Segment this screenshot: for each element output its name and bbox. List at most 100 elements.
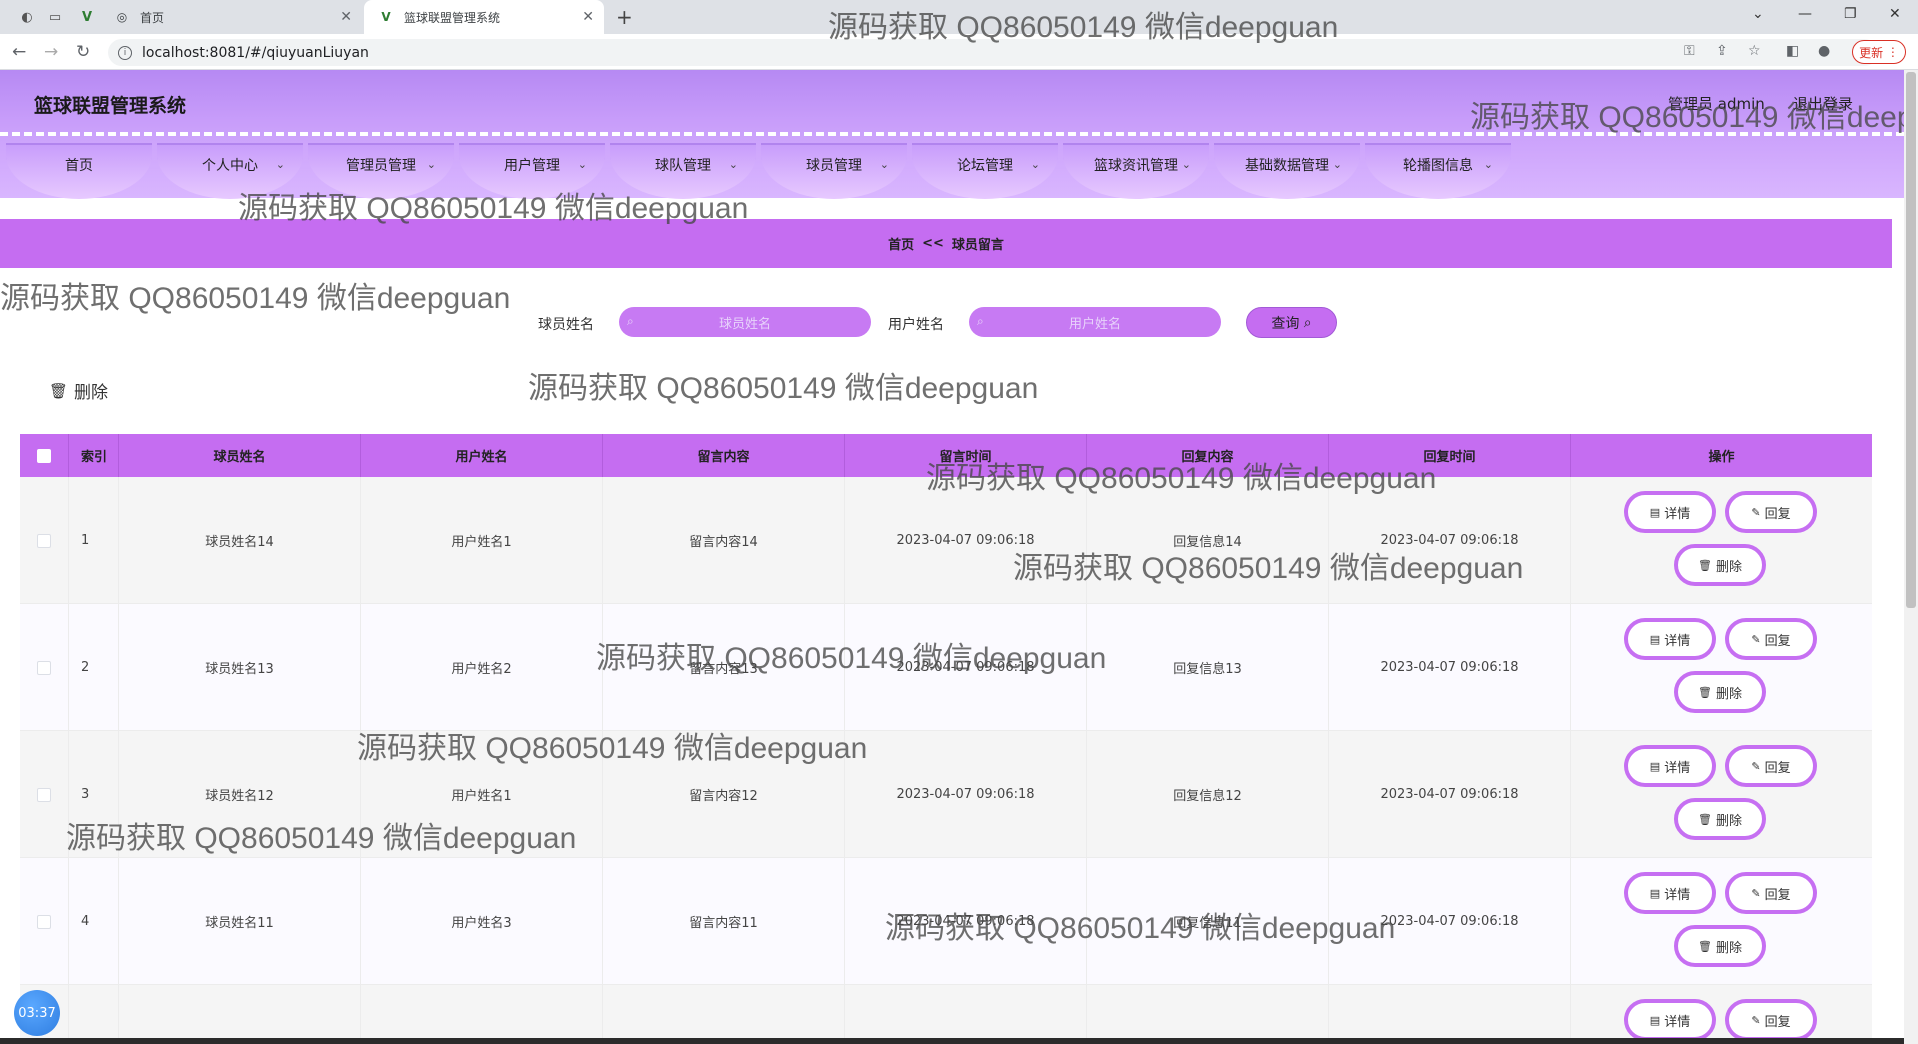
chevron-down-icon: ⌄ <box>426 158 436 171</box>
row-checkbox[interactable] <box>37 660 51 675</box>
reply-button[interactable]: ✎ 回复 <box>1725 618 1817 660</box>
row-checkbox[interactable] <box>37 787 51 802</box>
update-button[interactable]: 更新 ⋮ <box>1852 40 1906 64</box>
url-field[interactable]: i localhost:8081/#/qiuyuanLiuyan <box>108 39 1878 66</box>
trash-icon: 🗑 <box>1698 939 1712 953</box>
chevron-down-icon: ⌄ <box>577 158 587 171</box>
header-divider <box>0 132 1904 136</box>
user-name-input[interactable]: ⌕ 用户姓名 <box>969 307 1221 337</box>
back-icon[interactable]: ← <box>12 42 26 62</box>
menu-label: 管理员管理 <box>346 158 416 174</box>
detail-button[interactable]: ▤ 详情 <box>1624 872 1716 914</box>
breadcrumb-current: 球员留言 <box>951 238 1004 253</box>
cell-msg-time <box>845 985 1087 1044</box>
table-row: ▤ 详情 ✎ 回复 <box>20 985 1872 1044</box>
menu-label: 个人中心 <box>202 158 258 174</box>
browser-menu-icon[interactable]: ◐ <box>18 8 36 26</box>
reload-icon[interactable]: ↻ <box>76 42 90 62</box>
search-icon: ⌕ <box>1303 314 1312 331</box>
row-checkbox[interactable] <box>37 533 51 548</box>
app-root: ◐ ▭ V ◎ 首页 ✕ V 篮球联盟管理系统 ✕ + ⌄ — ❐ ✕ ← → … <box>0 0 1918 1044</box>
menu-item-carousel[interactable]: 轮播图信息 ⌄ <box>1365 143 1511 199</box>
reply-label: 回复 <box>1764 760 1791 776</box>
reply-button[interactable]: ✎ 回复 <box>1725 745 1817 787</box>
delete-button[interactable]: 🗑 删除 <box>1674 925 1766 967</box>
detail-button[interactable]: ▤ 详情 <box>1624 745 1716 787</box>
window-close-button[interactable]: ✕ <box>1889 6 1901 22</box>
reply-button[interactable]: ✎ 回复 <box>1725 999 1817 1041</box>
forward-icon[interactable]: → <box>44 42 58 62</box>
breadcrumb-home[interactable]: 首页 <box>888 234 914 253</box>
detail-button[interactable]: ▤ 详情 <box>1624 618 1716 660</box>
logout-link[interactable]: 退出登录 <box>1793 93 1853 114</box>
app-header: 篮球联盟管理系统 管理员 admin 退出登录 首页 个人中心 ⌄ 管理员管理 ⌄ … <box>0 70 1904 199</box>
detail-label: 详情 <box>1664 1014 1691 1030</box>
share-icon[interactable]: ⇪ <box>1716 43 1728 59</box>
select-all-cell <box>20 434 69 477</box>
detail-button[interactable]: ▤ 详情 <box>1624 491 1716 533</box>
tab-group-icon[interactable]: ▭ <box>46 8 64 26</box>
menu-label: 篮球资讯管理 <box>1094 158 1178 174</box>
browser-addressbar: ← → ↻ i localhost:8081/#/qiuyuanLiuyan ⚿… <box>0 34 1918 70</box>
url-text: localhost:8081/#/qiuyuanLiuyan <box>142 44 369 61</box>
delete-button[interactable]: 🗑 删除 <box>1674 671 1766 713</box>
tab-home[interactable]: ◎ 首页 ✕ <box>100 0 362 34</box>
scrollbar-thumb[interactable] <box>1906 72 1916 608</box>
menu-item-admin[interactable]: 管理员管理 ⌄ <box>308 143 454 199</box>
col-content: 留言内容 <box>603 434 845 477</box>
document-icon: ▤ <box>1649 759 1661 773</box>
delete-button[interactable]: 🗑 删除 <box>1674 544 1766 586</box>
player-name-placeholder: 球员姓名 <box>718 316 771 332</box>
reply-label: 回复 <box>1764 506 1791 522</box>
menu-item-news[interactable]: 篮球资讯管理 ⌄ <box>1063 143 1209 199</box>
menu-item-teams[interactable]: 球队管理 ⌄ <box>610 143 756 199</box>
select-all-checkbox[interactable] <box>37 448 51 463</box>
batch-delete-button[interactable]: 🗑 删除 <box>49 378 109 404</box>
tab-search-icon[interactable]: ⌄ <box>1752 6 1764 22</box>
key-icon[interactable]: ⚿ <box>1684 43 1695 59</box>
batch-delete-label: 删除 <box>74 383 109 403</box>
detail-label: 详情 <box>1664 506 1691 522</box>
row-checkbox[interactable] <box>37 914 51 929</box>
new-tab-button[interactable]: + <box>616 5 633 29</box>
delete-button[interactable]: 🗑 删除 <box>1674 798 1766 840</box>
current-user: 管理员 admin <box>1668 95 1765 113</box>
player-name-input[interactable]: ⌕ 球员姓名 <box>619 307 871 337</box>
reply-button[interactable]: ✎ 回复 <box>1725 491 1817 533</box>
table-row: 4 球员姓名11 用户姓名3 留言内容11 2023-04-07 09:06:1… <box>20 858 1872 985</box>
menu-item-profile[interactable]: 个人中心 ⌄ <box>157 143 303 199</box>
menu-item-forum[interactable]: 论坛管理 ⌄ <box>912 143 1058 199</box>
reply-button[interactable]: ✎ 回复 <box>1725 872 1817 914</box>
bookmark-star-icon[interactable]: ☆ <box>1748 43 1761 59</box>
chevron-down-icon: ⌄ <box>879 158 889 171</box>
menu-label: 轮播图信息 <box>1403 158 1473 174</box>
col-reply-time: 回复时间 <box>1329 434 1571 477</box>
minimize-button[interactable]: — <box>1798 6 1812 22</box>
breadcrumb: 首页 << 球员留言 <box>0 219 1892 268</box>
edit-icon: ✎ <box>1751 886 1761 900</box>
site-info-icon[interactable]: i <box>118 45 132 60</box>
restore-button[interactable]: ❐ <box>1844 6 1857 22</box>
menu-item-basedata[interactable]: 基础数据管理 ⌄ <box>1214 143 1360 199</box>
query-button[interactable]: 查询 ⌕ <box>1246 307 1337 338</box>
vue-tab-icon[interactable]: V <box>78 8 96 26</box>
cell-user: 用户姓名2 <box>361 604 603 731</box>
close-icon[interactable]: ✕ <box>340 9 352 25</box>
tab-app[interactable]: V 篮球联盟管理系统 ✕ <box>364 0 604 34</box>
sidepanel-icon[interactable]: ◧ <box>1786 43 1799 59</box>
delete-label: 删除 <box>1715 686 1742 702</box>
profile-icon[interactable]: ● <box>1818 43 1830 59</box>
menu-label: 球队管理 <box>655 158 711 174</box>
close-icon[interactable]: ✕ <box>582 9 594 25</box>
detail-button[interactable]: ▤ 详情 <box>1624 999 1716 1041</box>
globe-icon: ◎ <box>116 10 128 24</box>
document-icon: ▤ <box>1649 632 1661 646</box>
menu-item-users[interactable]: 用户管理 ⌄ <box>459 143 605 199</box>
menu-item-players[interactable]: 球员管理 ⌄ <box>761 143 907 199</box>
menu-label: 用户管理 <box>504 158 560 174</box>
cell-msg-time: 2023-04-07 09:06:18 <box>845 604 1087 731</box>
menu-item-home[interactable]: 首页 <box>6 143 152 199</box>
cell-actions: ▤ 详情 ✎ 回复 🗑 删除 <box>1571 731 1872 858</box>
player-name-label: 球员姓名 <box>538 317 594 333</box>
search-icon: ⌕ <box>627 314 634 328</box>
